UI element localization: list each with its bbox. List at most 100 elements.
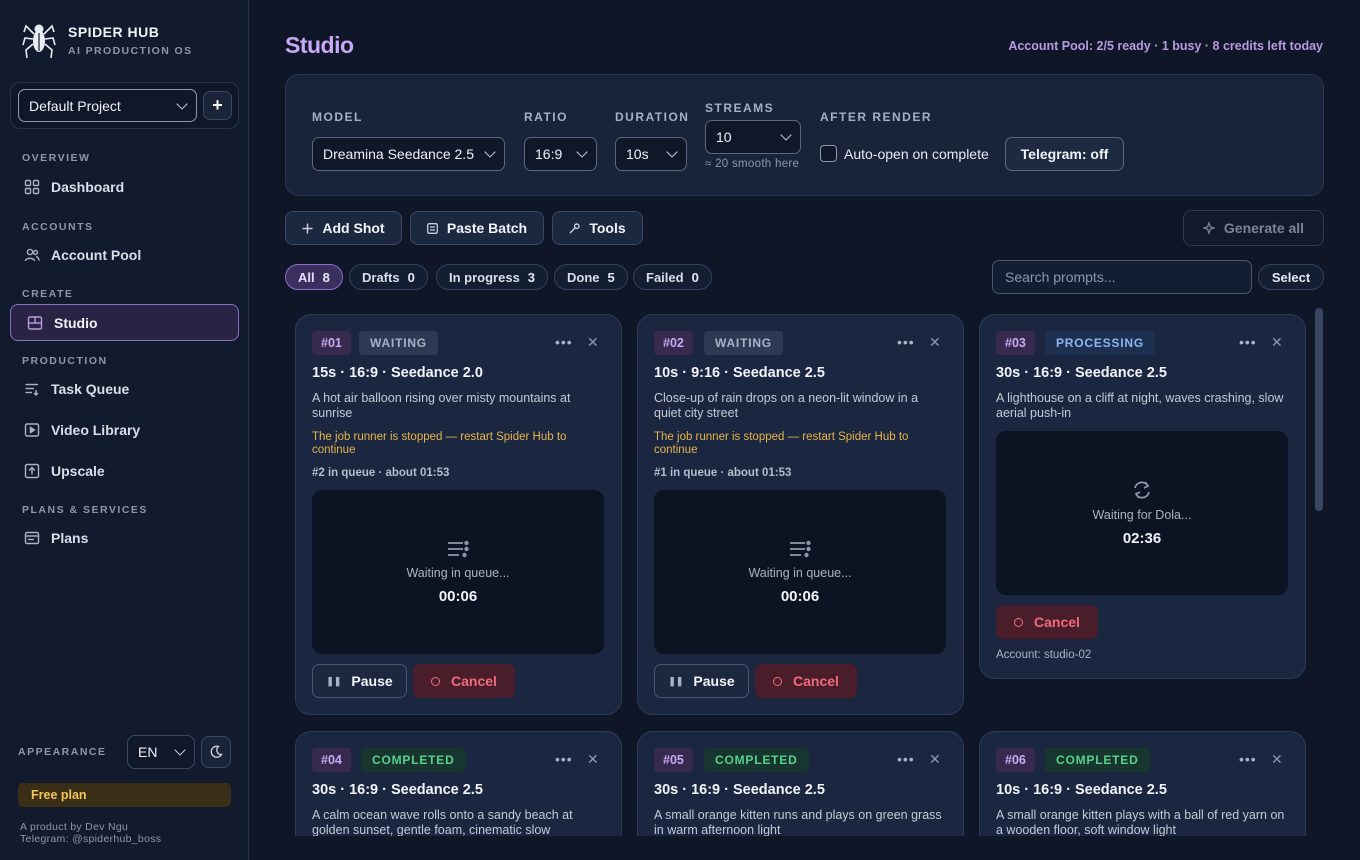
sidebar: SPIDER HUB AI PRODUCTION OS Default Proj… <box>0 0 249 860</box>
cancel-button[interactable]: Cancel <box>413 664 515 698</box>
pause-icon: ❚❚ <box>326 675 342 686</box>
shot-id-badge: #03 <box>996 331 1035 355</box>
add-shot-label: Add Shot <box>322 220 385 236</box>
pause-button[interactable]: ❚❚ Pause <box>654 664 749 698</box>
model-select[interactable]: Dreamina Seedance 2.5 <box>312 137 505 171</box>
ratio-select[interactable]: 16:9 <box>524 137 597 171</box>
generate-all-label: Generate all <box>1223 220 1305 236</box>
queue-position: #1 in queue · about 01:53 <box>654 467 792 479</box>
status-badge: WAITING <box>704 331 783 355</box>
sidebar-item-dashboard[interactable]: Dashboard <box>24 179 124 195</box>
close-icon[interactable]: ✕ <box>1271 752 1283 766</box>
sidebar-item-label: Video Library <box>51 422 141 438</box>
close-icon[interactable]: ✕ <box>929 752 941 766</box>
section-create: CREATE <box>22 288 74 300</box>
sidebar-item-video-library[interactable]: Video Library <box>24 422 140 438</box>
sidebar-item-studio[interactable]: Studio <box>10 304 239 341</box>
telegram-toggle-button[interactable]: Telegram: off <box>1005 137 1124 171</box>
generate-all-button[interactable]: Generate all <box>1183 210 1324 246</box>
cancel-label: Cancel <box>451 673 497 689</box>
pause-button[interactable]: ❚❚ Pause <box>312 664 407 698</box>
filter-done[interactable]: Done 5 <box>554 264 628 290</box>
shot-prompt: A calm ocean wave rolls onto a sandy bea… <box>312 808 573 836</box>
cancel-button[interactable]: Cancel <box>996 605 1098 639</box>
shot-id-badge: #01 <box>312 331 351 355</box>
filter-label: Drafts <box>362 269 400 285</box>
filter-count: 5 <box>607 269 615 285</box>
batch-icon <box>426 222 438 234</box>
close-icon[interactable]: ✕ <box>1271 335 1283 349</box>
shot-prompt: A hot air balloon rising over misty moun… <box>312 391 571 420</box>
footer-credits: A product by Dev Ngu Telegram: @spiderhu… <box>20 821 161 845</box>
status-badge: COMPLETED <box>1045 748 1150 772</box>
studio-icon <box>27 315 43 330</box>
filter-drafts[interactable]: Drafts 0 <box>349 264 428 290</box>
sidebar-item-upscale[interactable]: Upscale <box>24 463 105 479</box>
more-icon[interactable]: ••• <box>897 752 915 766</box>
preview-status: Waiting for Dola... <box>1092 507 1192 522</box>
tools-button[interactable]: Tools <box>552 211 643 245</box>
search-input[interactable]: Search prompts... <box>992 260 1252 294</box>
cancel-icon <box>431 676 441 686</box>
preview-area: Waiting for Dola... 02:36 <box>996 431 1288 595</box>
close-icon[interactable]: ✕ <box>929 335 941 349</box>
cancel-label: Cancel <box>793 673 839 689</box>
filter-in-progress[interactable]: In progress 3 <box>436 264 549 290</box>
filter-label: Done <box>567 269 600 285</box>
project-select-value: Default Project <box>29 97 121 114</box>
runner-warning: The job runner is stopped — restart Spid… <box>654 431 909 456</box>
project-select[interactable]: Default Project <box>18 89 197 122</box>
theme-toggle-button[interactable] <box>201 736 231 768</box>
page-title: Studio <box>285 32 354 58</box>
after-render-label: AFTER RENDER <box>820 110 933 124</box>
language-select[interactable]: EN <box>127 735 195 769</box>
sidebar-item-label: Plans <box>51 530 89 546</box>
streams-select[interactable]: 10 <box>705 120 801 154</box>
cancel-label: Cancel <box>1034 614 1080 630</box>
filter-failed[interactable]: Failed 0 <box>633 264 712 290</box>
section-overview: OVERVIEW <box>22 152 91 164</box>
upscale-icon <box>24 463 40 479</box>
wrench-icon <box>569 222 581 233</box>
appearance-label: APPEARANCE <box>18 746 107 758</box>
shot-prompt: A small orange kitten plays with a ball … <box>996 808 1285 836</box>
brand: SPIDER HUB AI PRODUCTION OS <box>22 20 193 60</box>
sidebar-item-task-queue[interactable]: Task Queue <box>24 381 129 397</box>
section-plans: PLANS & SERVICES <box>22 504 148 516</box>
paste-batch-button[interactable]: Paste Batch <box>410 211 544 245</box>
scrollbar[interactable] <box>1315 308 1323 511</box>
account-pool-status: Account Pool: 2/5 ready · 1 busy · 8 cre… <box>1008 39 1323 53</box>
shot-card: #06 COMPLETED ••• ✕ 10s · 16:9 · Seedanc… <box>979 731 1306 836</box>
sidebar-item-label: Task Queue <box>51 381 130 397</box>
chevron-down-icon <box>666 146 678 158</box>
queue-position: #2 in queue · about 01:53 <box>312 467 450 479</box>
select-button[interactable]: Select <box>1258 264 1324 290</box>
auto-open-checkbox[interactable] <box>820 145 837 162</box>
sidebar-item-plans[interactable]: Plans <box>24 530 88 546</box>
shot-title: 10s · 16:9 · Seedance 2.5 <box>996 782 1167 798</box>
more-icon[interactable]: ••• <box>1239 752 1257 766</box>
close-icon[interactable]: ✕ <box>587 752 599 766</box>
brand-name: SPIDER HUB <box>68 23 160 40</box>
more-icon[interactable]: ••• <box>897 335 915 349</box>
add-shot-button[interactable]: Add Shot <box>285 211 402 245</box>
more-icon[interactable]: ••• <box>555 335 573 349</box>
footer-line-1: A product by Dev Ngu <box>20 821 129 833</box>
more-icon[interactable]: ••• <box>1239 335 1257 349</box>
duration-select[interactable]: 10s <box>615 137 687 171</box>
tools-label: Tools <box>589 220 626 236</box>
pause-label: Pause <box>351 673 393 689</box>
spider-logo <box>22 24 56 59</box>
runner-warning: The job runner is stopped — restart Spid… <box>312 431 567 456</box>
sidebar-item-account-pool[interactable]: Account Pool <box>24 247 141 263</box>
status-badge: PROCESSING <box>1045 331 1156 355</box>
more-icon[interactable]: ••• <box>555 752 573 766</box>
cancel-button[interactable]: Cancel <box>755 664 857 698</box>
assigned-account: Account: studio-02 <box>996 649 1092 661</box>
shot-id-badge: #05 <box>654 748 693 772</box>
filter-all[interactable]: All 8 <box>285 264 343 290</box>
chevron-down-icon <box>174 744 186 756</box>
filter-count: 3 <box>527 269 536 285</box>
close-icon[interactable]: ✕ <box>587 335 599 349</box>
add-project-button[interactable]: + <box>203 91 232 120</box>
